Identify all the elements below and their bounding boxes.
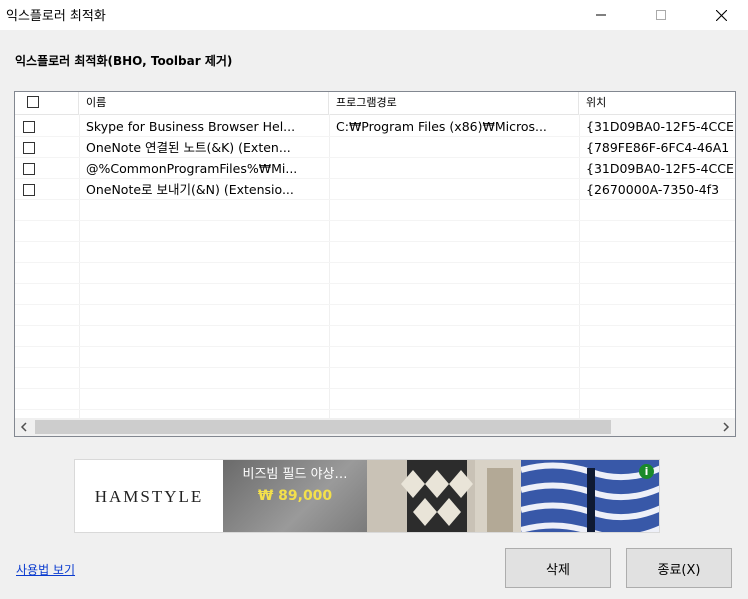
- column-header-name[interactable]: 이름: [79, 92, 329, 114]
- grid-line: [15, 367, 735, 368]
- chevron-left-icon[interactable]: [15, 418, 33, 436]
- table-row[interactable]: @%CommonProgramFiles%₩Mi... {31D09BA0-12…: [15, 158, 735, 179]
- row-location: {31D09BA0-12F5-4CCE: [586, 119, 734, 134]
- bho-list[interactable]: 이름 프로그램경로 위치 Skype for Business Browser …: [14, 91, 736, 437]
- row-location: {2670000A-7350-4f3: [586, 182, 720, 197]
- row-location: {789FE86F-6FC4-46A1: [586, 140, 730, 155]
- horizontal-scrollbar[interactable]: [15, 418, 735, 436]
- grid-line: [15, 409, 735, 410]
- title-bar: 익스플로러 최적화: [0, 0, 748, 30]
- grid-line: [15, 325, 735, 326]
- help-link[interactable]: 사용법 보기: [16, 561, 75, 578]
- ad-price: ₩ 89,000: [257, 488, 333, 504]
- maximize-button[interactable]: [638, 0, 684, 30]
- grid-line: [15, 283, 735, 284]
- row-checkbox[interactable]: [23, 163, 35, 175]
- select-all-checkbox[interactable]: [27, 96, 39, 108]
- table-row[interactable]: OneNote로 보내기(&N) (Extensio... {2670000A-…: [15, 179, 735, 200]
- ad-brand-logo: HAMSTYLE: [94, 487, 204, 506]
- table-row[interactable]: Skype for Business Browser Hel... C:₩Pro…: [15, 116, 735, 137]
- ad-sweater-pattern: [401, 460, 521, 532]
- column-header-location[interactable]: 위치: [579, 92, 735, 114]
- grid-line: [15, 262, 735, 263]
- header-select-all[interactable]: [15, 92, 79, 114]
- minimize-icon: [596, 14, 606, 16]
- row-path: [336, 179, 576, 200]
- grid-line: [15, 304, 735, 305]
- scrollbar-thumb[interactable]: [35, 420, 611, 434]
- grid-line: [15, 241, 735, 242]
- grid-line: [15, 346, 735, 347]
- row-name: @%CommonProgramFiles%₩Mi...: [86, 161, 298, 176]
- delete-button[interactable]: 삭제: [505, 548, 611, 588]
- ad-info-icon[interactable]: i: [639, 464, 654, 479]
- row-checkbox[interactable]: [23, 142, 35, 154]
- maximize-icon: [656, 10, 666, 20]
- ad-caption: 비즈빔 필드 야상…: [242, 467, 348, 482]
- ad-product-image: [367, 460, 521, 532]
- grid-line: [15, 388, 735, 389]
- row-checkbox[interactable]: [23, 184, 35, 196]
- row-name: OneNote로 보내기(&N) (Extensio...: [86, 182, 294, 197]
- row-path: [336, 158, 576, 179]
- row-path: [336, 137, 576, 158]
- close-icon: [715, 9, 727, 21]
- close-button[interactable]: [698, 0, 744, 30]
- table-row[interactable]: OneNote 연결된 노트(&K) (Exten... {789FE86F-6…: [15, 137, 735, 158]
- row-name: Skype for Business Browser Hel...: [86, 119, 296, 134]
- row-checkbox[interactable]: [23, 121, 35, 133]
- row-name: OneNote 연결된 노트(&K) (Exten...: [86, 140, 291, 155]
- section-heading: 익스플로러 최적화(BHO, Toolbar 제거): [15, 54, 233, 68]
- row-path: C:₩Program Files (x86)₩Micros...: [336, 119, 547, 134]
- window-title: 익스플로러 최적화: [6, 9, 106, 24]
- chevron-right-icon[interactable]: [717, 418, 735, 436]
- row-location: {31D09BA0-12F5-4CCE: [586, 161, 734, 176]
- exit-button[interactable]: 종료(X): [626, 548, 732, 588]
- grid-line: [15, 220, 735, 221]
- advertisement-banner[interactable]: HAMSTYLE 비즈빔 필드 야상… ₩ 89,000 i: [74, 459, 660, 533]
- list-header: 이름 프로그램경로 위치: [15, 92, 735, 115]
- column-header-path[interactable]: 프로그램경로: [329, 92, 579, 114]
- minimize-button[interactable]: [578, 0, 624, 30]
